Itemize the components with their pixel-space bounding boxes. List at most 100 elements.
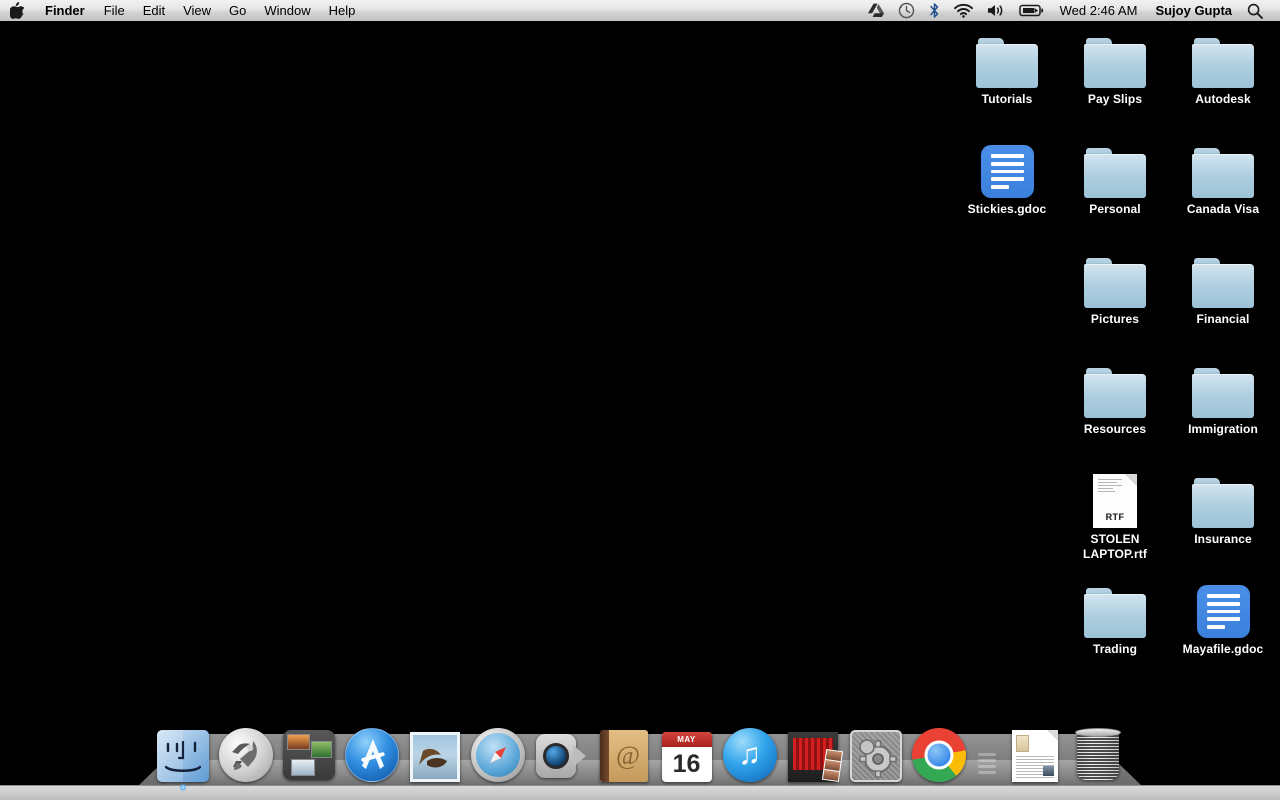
spotlight-search-icon[interactable] bbox=[1241, 3, 1272, 19]
desktop-icon-tutorials[interactable]: Tutorials bbox=[951, 30, 1063, 107]
stamp-image bbox=[413, 735, 457, 779]
dock-separator bbox=[978, 751, 996, 775]
dock-item-mission-control[interactable] bbox=[279, 722, 339, 782]
safari-compass-icon bbox=[471, 728, 525, 782]
menu-bar-left: Finder File Edit View Go Window Help bbox=[0, 0, 364, 21]
doc-line bbox=[991, 185, 1009, 189]
itunes-note-icon: ♫ bbox=[723, 728, 777, 782]
doc-line bbox=[991, 162, 1024, 166]
trash-can-icon bbox=[1075, 728, 1121, 782]
desktop-icon-stickies-gdoc[interactable]: Stickies.gdoc bbox=[951, 140, 1063, 217]
desktop-icon-resources[interactable]: Resources bbox=[1059, 360, 1171, 437]
menu-window[interactable]: Window bbox=[255, 0, 319, 21]
menu-help[interactable]: Help bbox=[320, 0, 365, 21]
folder-body bbox=[1192, 154, 1254, 198]
desktop-icon-trading[interactable]: Trading bbox=[1059, 580, 1171, 657]
desktop-icon-label: Insurance bbox=[1194, 532, 1252, 547]
desktop-icon-insurance[interactable]: Insurance bbox=[1167, 470, 1279, 547]
dock-icon-art bbox=[407, 726, 463, 782]
google-doc-icon bbox=[981, 145, 1034, 198]
menu-bar: Finder File Edit View Go Window Help bbox=[0, 0, 1280, 22]
desktop-icon-immigration[interactable]: Immigration bbox=[1167, 360, 1279, 437]
dock-icon-art: ♫ bbox=[722, 726, 778, 782]
menu-edit[interactable]: Edit bbox=[134, 0, 174, 21]
dock-item-photo-booth[interactable] bbox=[783, 722, 843, 782]
dock-item-facetime[interactable] bbox=[531, 722, 591, 782]
mail-stamp-icon bbox=[410, 732, 460, 782]
folder-body bbox=[1084, 374, 1146, 418]
desktop-icon-autodesk[interactable]: Autodesk bbox=[1167, 30, 1279, 107]
folder-icon bbox=[1084, 258, 1146, 308]
bluetooth-icon[interactable] bbox=[922, 0, 947, 21]
dock-item-chrome[interactable] bbox=[909, 722, 969, 782]
battery-icon[interactable] bbox=[1012, 0, 1051, 21]
dock-item-system-preferences[interactable] bbox=[846, 722, 906, 782]
desktop-surface[interactable]: TutorialsPay SlipsAutodeskStickies.gdocP… bbox=[0, 22, 1280, 800]
desktop-icon-mayafile-gdoc[interactable]: Mayafile.gdoc bbox=[1167, 580, 1279, 657]
page-text-lines bbox=[1098, 479, 1122, 494]
menu-file[interactable]: File bbox=[95, 0, 134, 21]
dock-item-app-store[interactable] bbox=[342, 722, 402, 782]
desktop-icon-personal[interactable]: Personal bbox=[1059, 140, 1171, 217]
desktop-icon-label: Tutorials bbox=[982, 92, 1033, 107]
folder-body bbox=[1192, 484, 1254, 528]
dock-item-documents-stack[interactable] bbox=[1005, 722, 1065, 782]
dock-item-calendar[interactable]: MAY16 bbox=[657, 722, 717, 782]
folder-body bbox=[1084, 594, 1146, 638]
desktop-icon-stolen-laptop-rtf[interactable]: RTFSTOLEN LAPTOP.rtf bbox=[1059, 470, 1171, 562]
document-thumbnail bbox=[1016, 735, 1029, 752]
desktop-icon-label: Autodesk bbox=[1195, 92, 1250, 107]
dock-item-launchpad[interactable] bbox=[216, 722, 276, 782]
folder-icon bbox=[1192, 258, 1254, 308]
desktop-icon-pictures[interactable]: Pictures bbox=[1059, 250, 1171, 327]
folder-icon bbox=[1192, 478, 1254, 528]
trash-can-rim bbox=[1075, 728, 1121, 737]
calendar-day: 16 bbox=[662, 747, 712, 782]
folder-body bbox=[976, 44, 1038, 88]
dock-item-contacts[interactable]: @ bbox=[594, 722, 654, 782]
folder-body bbox=[1084, 264, 1146, 308]
desktop-icon-financial[interactable]: Financial bbox=[1167, 250, 1279, 327]
dock-item-separator bbox=[972, 726, 1002, 782]
desktop-icon-pay-slips[interactable]: Pay Slips bbox=[1059, 30, 1171, 107]
dock-icon-art bbox=[155, 726, 211, 782]
dock-item-trash[interactable] bbox=[1068, 722, 1128, 782]
folder-icon bbox=[1084, 368, 1146, 418]
desktop-icon-art bbox=[1083, 30, 1147, 88]
window-thumb bbox=[287, 734, 310, 750]
launchpad-rocket-icon bbox=[219, 728, 273, 782]
doc-line bbox=[1207, 610, 1240, 614]
menu-app-name[interactable]: Finder bbox=[35, 0, 95, 21]
desktop-icon-art bbox=[1191, 250, 1255, 308]
wifi-icon[interactable] bbox=[947, 0, 980, 21]
dock-shelf-base bbox=[0, 785, 1280, 800]
volume-icon[interactable] bbox=[980, 0, 1012, 21]
dock-item-finder[interactable] bbox=[153, 722, 213, 782]
desktop-icon-canada-visa[interactable]: Canada Visa bbox=[1167, 140, 1279, 217]
desktop-icon-art bbox=[1083, 140, 1147, 198]
dock-item-mail[interactable] bbox=[405, 722, 465, 782]
desktop-icon-art bbox=[975, 140, 1039, 198]
dock-item-itunes[interactable]: ♫ bbox=[720, 722, 780, 782]
menu-bar-user-name[interactable]: Sujoy Gupta bbox=[1146, 3, 1241, 18]
page-fold-corner bbox=[1047, 730, 1058, 741]
app-running-indicator bbox=[179, 784, 186, 791]
dock-item-safari[interactable] bbox=[468, 722, 528, 782]
menu-bar-clock[interactable]: Wed 2:46 AM bbox=[1051, 3, 1147, 18]
menu-bar-status-area: Wed 2:46 AM Sujoy Gupta bbox=[861, 0, 1280, 21]
google-drive-icon[interactable] bbox=[861, 0, 891, 21]
time-machine-icon[interactable] bbox=[891, 0, 922, 21]
menu-view[interactable]: View bbox=[174, 0, 220, 21]
dock-icon-art bbox=[1007, 726, 1063, 782]
apple-logo-icon[interactable] bbox=[0, 0, 35, 21]
dock-icon-art bbox=[533, 726, 589, 782]
window-thumb bbox=[291, 759, 315, 776]
desktop-icon-label: Resources bbox=[1084, 422, 1146, 437]
folder-body bbox=[1192, 44, 1254, 88]
desktop-icon-art bbox=[1191, 30, 1255, 88]
google-doc-icon bbox=[1197, 585, 1250, 638]
menu-go[interactable]: Go bbox=[220, 0, 255, 21]
desktop-icon-label: Pictures bbox=[1091, 312, 1139, 327]
dock-icon-art bbox=[785, 726, 841, 782]
book-spine bbox=[600, 730, 609, 782]
